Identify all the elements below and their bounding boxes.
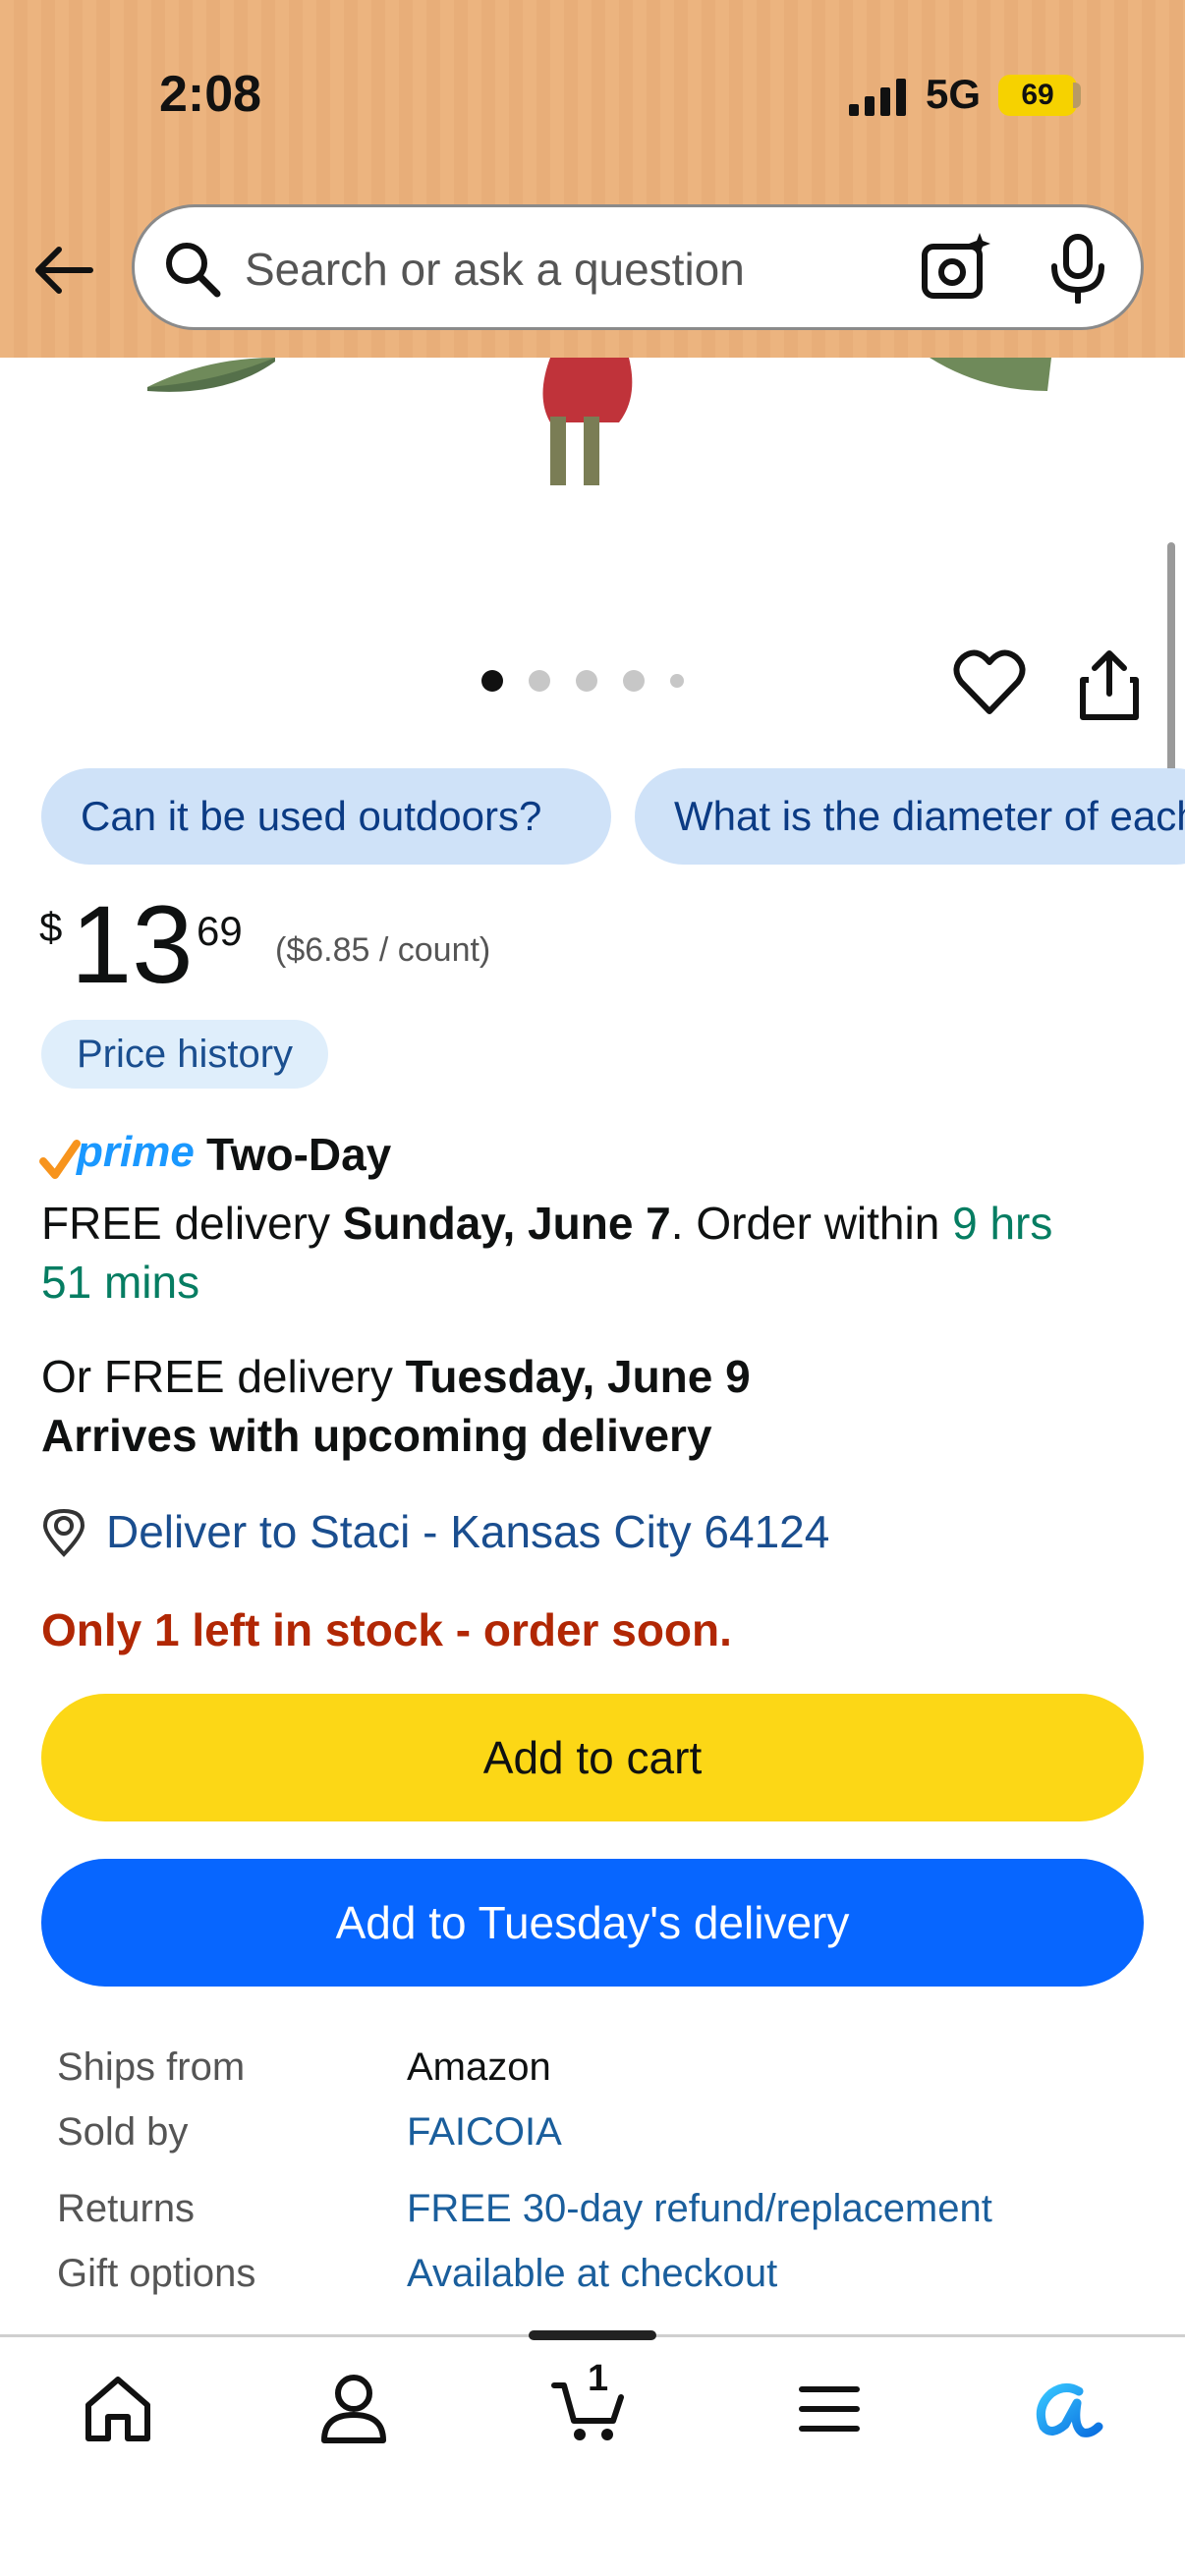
account-icon[interactable]: [314, 2370, 393, 2448]
pagination-dot[interactable]: [670, 674, 684, 688]
price-history-button[interactable]: Price history: [41, 1020, 329, 1089]
status-time: 2:08: [159, 66, 262, 123]
add-to-delivery-button[interactable]: Add to Tuesday's delivery: [41, 1859, 1144, 1987]
signal-icon: [849, 79, 906, 116]
pagination-dot[interactable]: [576, 670, 597, 692]
question-chip-label: Can it be used outdoors?: [81, 793, 542, 839]
alt-delivery-note: Arrives with upcoming delivery: [41, 1410, 712, 1461]
price-fraction: 69: [197, 908, 243, 954]
stock-status: Only 1 left in stock - order soon.: [41, 1604, 732, 1655]
search-bar[interactable]: Search or ask a question: [132, 204, 1144, 330]
menu-icon[interactable]: [790, 2370, 869, 2448]
gift-options-label: Gift options: [57, 2252, 256, 2295]
product-image[interactable]: [0, 358, 1185, 485]
price-currency: $: [39, 904, 63, 950]
prime-logo: prime: [77, 1128, 195, 1176]
sold-by-link[interactable]: FAICOIA: [407, 2110, 562, 2155]
returns-link[interactable]: FREE 30-day refund/replacement: [407, 2187, 992, 2231]
camera-search-icon[interactable]: [919, 231, 993, 306]
alt-delivery-label: Or FREE delivery: [41, 1351, 406, 1402]
location-pin-icon: [42, 1508, 85, 1557]
pagination-dot[interactable]: [529, 670, 550, 692]
alternate-delivery: Or FREE delivery Tuesday, June 9: [41, 1350, 751, 1403]
add-to-cart-button[interactable]: Add to cart: [41, 1694, 1144, 1821]
ships-from-label: Ships from: [57, 2045, 246, 2089]
image-pagination[interactable]: [481, 670, 684, 692]
question-chip[interactable]: What is the diameter of each: [635, 768, 1185, 865]
search-input[interactable]: Search or ask a question: [245, 243, 745, 296]
deliver-to-link[interactable]: Deliver to Staci - Kansas City 64124: [106, 1505, 829, 1558]
order-within-label: . Order within: [670, 1198, 953, 1249]
back-arrow-icon: [35, 247, 93, 294]
heart-icon[interactable]: [953, 648, 1026, 717]
back-button[interactable]: [29, 236, 98, 305]
microphone-icon[interactable]: [1043, 233, 1113, 304]
returns-label: Returns: [57, 2187, 196, 2230]
delivery-label: FREE delivery: [41, 1198, 343, 1249]
search-icon: [166, 243, 221, 298]
pagination-dot[interactable]: [623, 670, 645, 692]
question-chip-label: What is the diameter of each: [674, 793, 1185, 839]
sold-by-label: Sold by: [57, 2110, 189, 2154]
home-icon[interactable]: [79, 2370, 157, 2448]
delivery-date: Sunday, June 7: [342, 1198, 671, 1249]
ships-from-value: Amazon: [407, 2045, 551, 2089]
delivery-countdown-minutes: 51 mins: [41, 1257, 200, 1308]
cart-count-badge: 1: [588, 2358, 609, 2399]
delivery-countdown-hours: 9 hrs: [952, 1198, 1053, 1249]
prime-speed: Two-Day: [206, 1129, 392, 1180]
battery-tip: [1073, 83, 1081, 108]
active-tab-indicator: [529, 2330, 656, 2340]
price-whole: 13: [71, 883, 194, 1006]
prime-check-icon: [39, 1140, 81, 1179]
question-chip[interactable]: Can it be used outdoors?: [41, 768, 611, 865]
alt-delivery-date: Tuesday, June 9: [405, 1351, 751, 1402]
share-icon[interactable]: [1075, 648, 1144, 723]
rufus-assistant-icon[interactable]: [1026, 2370, 1104, 2448]
unit-price: ($6.85 / count): [275, 931, 491, 969]
primary-delivery: FREE delivery Sunday, June 7. Order with…: [41, 1197, 1052, 1250]
battery-icon: 69: [998, 75, 1077, 116]
pagination-dot[interactable]: [481, 670, 503, 692]
gift-options-link[interactable]: Available at checkout: [407, 2252, 777, 2296]
network-label: 5G: [926, 71, 982, 117]
